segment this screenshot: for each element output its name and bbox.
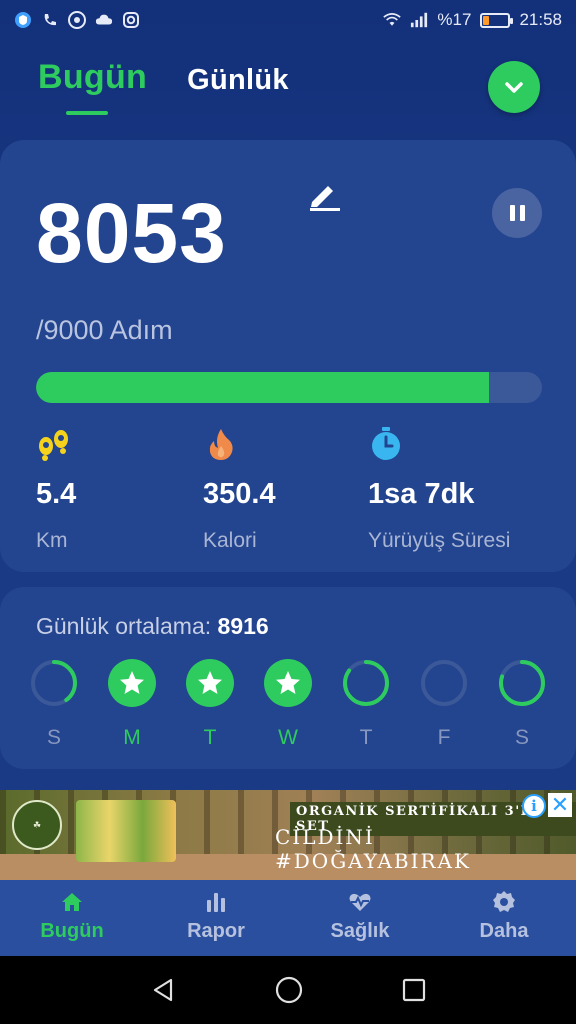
home-icon (62, 893, 82, 911)
day-item[interactable]: T (340, 659, 392, 750)
battery-icon (480, 12, 514, 28)
steps-card: 8053 /9000 Adım 5.4 Km 350.4 Kalori 1sa … (0, 140, 576, 572)
status-right: %17 21:58 (383, 10, 562, 30)
nav-today-label: Bugün (40, 920, 104, 942)
ad-banner[interactable]: ☘ ORGANİK SERTİFİKALI 3'LÜ SET CİLDİNİ #… (0, 790, 576, 880)
expand-button[interactable] (488, 61, 540, 113)
step-progress-bar (36, 372, 542, 403)
day-item[interactable]: M (106, 659, 158, 750)
nav-more-label: Daha (479, 920, 529, 942)
day-star-icon (186, 659, 234, 707)
nav-report[interactable]: Rapor (144, 880, 288, 956)
daily-average-label: Günlük ortalama: (36, 613, 218, 639)
ad-brand-logo: ☘ (12, 800, 62, 850)
duration-label: Yürüyüş Süresi (368, 529, 511, 552)
day-label: F (437, 726, 451, 749)
shield-icon (14, 11, 32, 29)
day-progress-ring (499, 660, 545, 706)
ad-close-icon[interactable]: ✕ (548, 792, 572, 817)
tab-daily[interactable]: Günlük (187, 64, 289, 97)
footprints-icon (36, 426, 72, 462)
stat-duration: 1sa 7dk Yürüyüş Süresi (368, 426, 510, 553)
top-tabs: Bugün Günlük (38, 58, 289, 115)
weekly-card: Günlük ortalama: 8916 S M T W T F S (0, 587, 576, 769)
day-label: S (46, 726, 61, 749)
daily-average-value: 8916 (217, 613, 269, 639)
status-bar: %17 21:58 (0, 0, 576, 40)
stat-calories: 350.4 Kalori (203, 426, 276, 553)
chevron-down-icon (505, 82, 523, 93)
cloud-icon (95, 11, 113, 29)
status-left-icons (14, 11, 140, 29)
duration-value: 1sa 7dk (368, 478, 475, 510)
day-label: T (359, 726, 373, 749)
back-icon[interactable] (149, 976, 177, 1004)
nav-more[interactable]: Daha (432, 880, 576, 956)
day-label: S (514, 726, 529, 749)
home-circle-icon[interactable] (274, 975, 304, 1005)
clock: 21:58 (519, 10, 562, 29)
nav-health-label: Sağlık (330, 920, 390, 942)
bottom-nav: Bugün Rapor Sağlık Daha (0, 880, 576, 956)
bar-chart-icon (207, 893, 225, 912)
nav-report-label: Rapor (187, 920, 245, 942)
day-label: W (278, 726, 298, 749)
signal-icon (410, 11, 428, 29)
ad-info-icon[interactable]: i (522, 794, 546, 818)
pause-button[interactable] (492, 188, 542, 238)
day-progress-ring (343, 660, 389, 706)
nav-health[interactable]: Sağlık (288, 880, 432, 956)
tab-today[interactable]: Bugün (38, 58, 147, 115)
day-item[interactable]: S (496, 659, 548, 750)
edit-goal-button[interactable] (306, 178, 340, 212)
step-count: 8053 (36, 186, 227, 280)
day-star-icon (108, 659, 156, 707)
ad-subline: CİLDİNİ #DOĞAYABIRAK (275, 825, 471, 873)
instagram-icon (122, 11, 140, 29)
day-progress-ring (31, 660, 77, 706)
flame-icon (203, 426, 239, 462)
stat-distance: 5.4 Km (36, 426, 76, 553)
daily-average: Günlük ortalama: 8916 (36, 613, 269, 640)
distance-label: Km (36, 529, 68, 552)
recents-icon[interactable] (401, 977, 427, 1003)
day-label: T (203, 726, 217, 749)
pencil-icon (310, 186, 340, 211)
day-star-icon (264, 659, 312, 707)
pause-icon (507, 205, 527, 221)
chrome-icon (68, 11, 86, 29)
calories-value: 350.4 (203, 478, 276, 510)
nav-today[interactable]: Bugün (0, 880, 144, 956)
wifi-icon (383, 11, 402, 29)
battery-percent: %17 (437, 10, 472, 29)
ad-product-image (76, 800, 176, 862)
stopwatch-icon (368, 426, 404, 462)
step-progress-fill (36, 372, 489, 403)
system-nav-bar (0, 956, 576, 1024)
heart-pulse-icon (349, 893, 371, 911)
distance-value: 5.4 (36, 478, 77, 510)
day-item[interactable]: S (28, 659, 80, 750)
day-item[interactable]: F (418, 659, 470, 750)
day-item[interactable]: W (262, 659, 314, 750)
phone-icon (41, 11, 59, 29)
day-item[interactable]: T (184, 659, 236, 750)
calories-label: Kalori (203, 529, 257, 552)
day-label: M (123, 726, 141, 749)
day-progress-ring (421, 660, 467, 706)
step-goal: /9000 Adım (36, 315, 173, 345)
gear-icon (493, 891, 515, 912)
